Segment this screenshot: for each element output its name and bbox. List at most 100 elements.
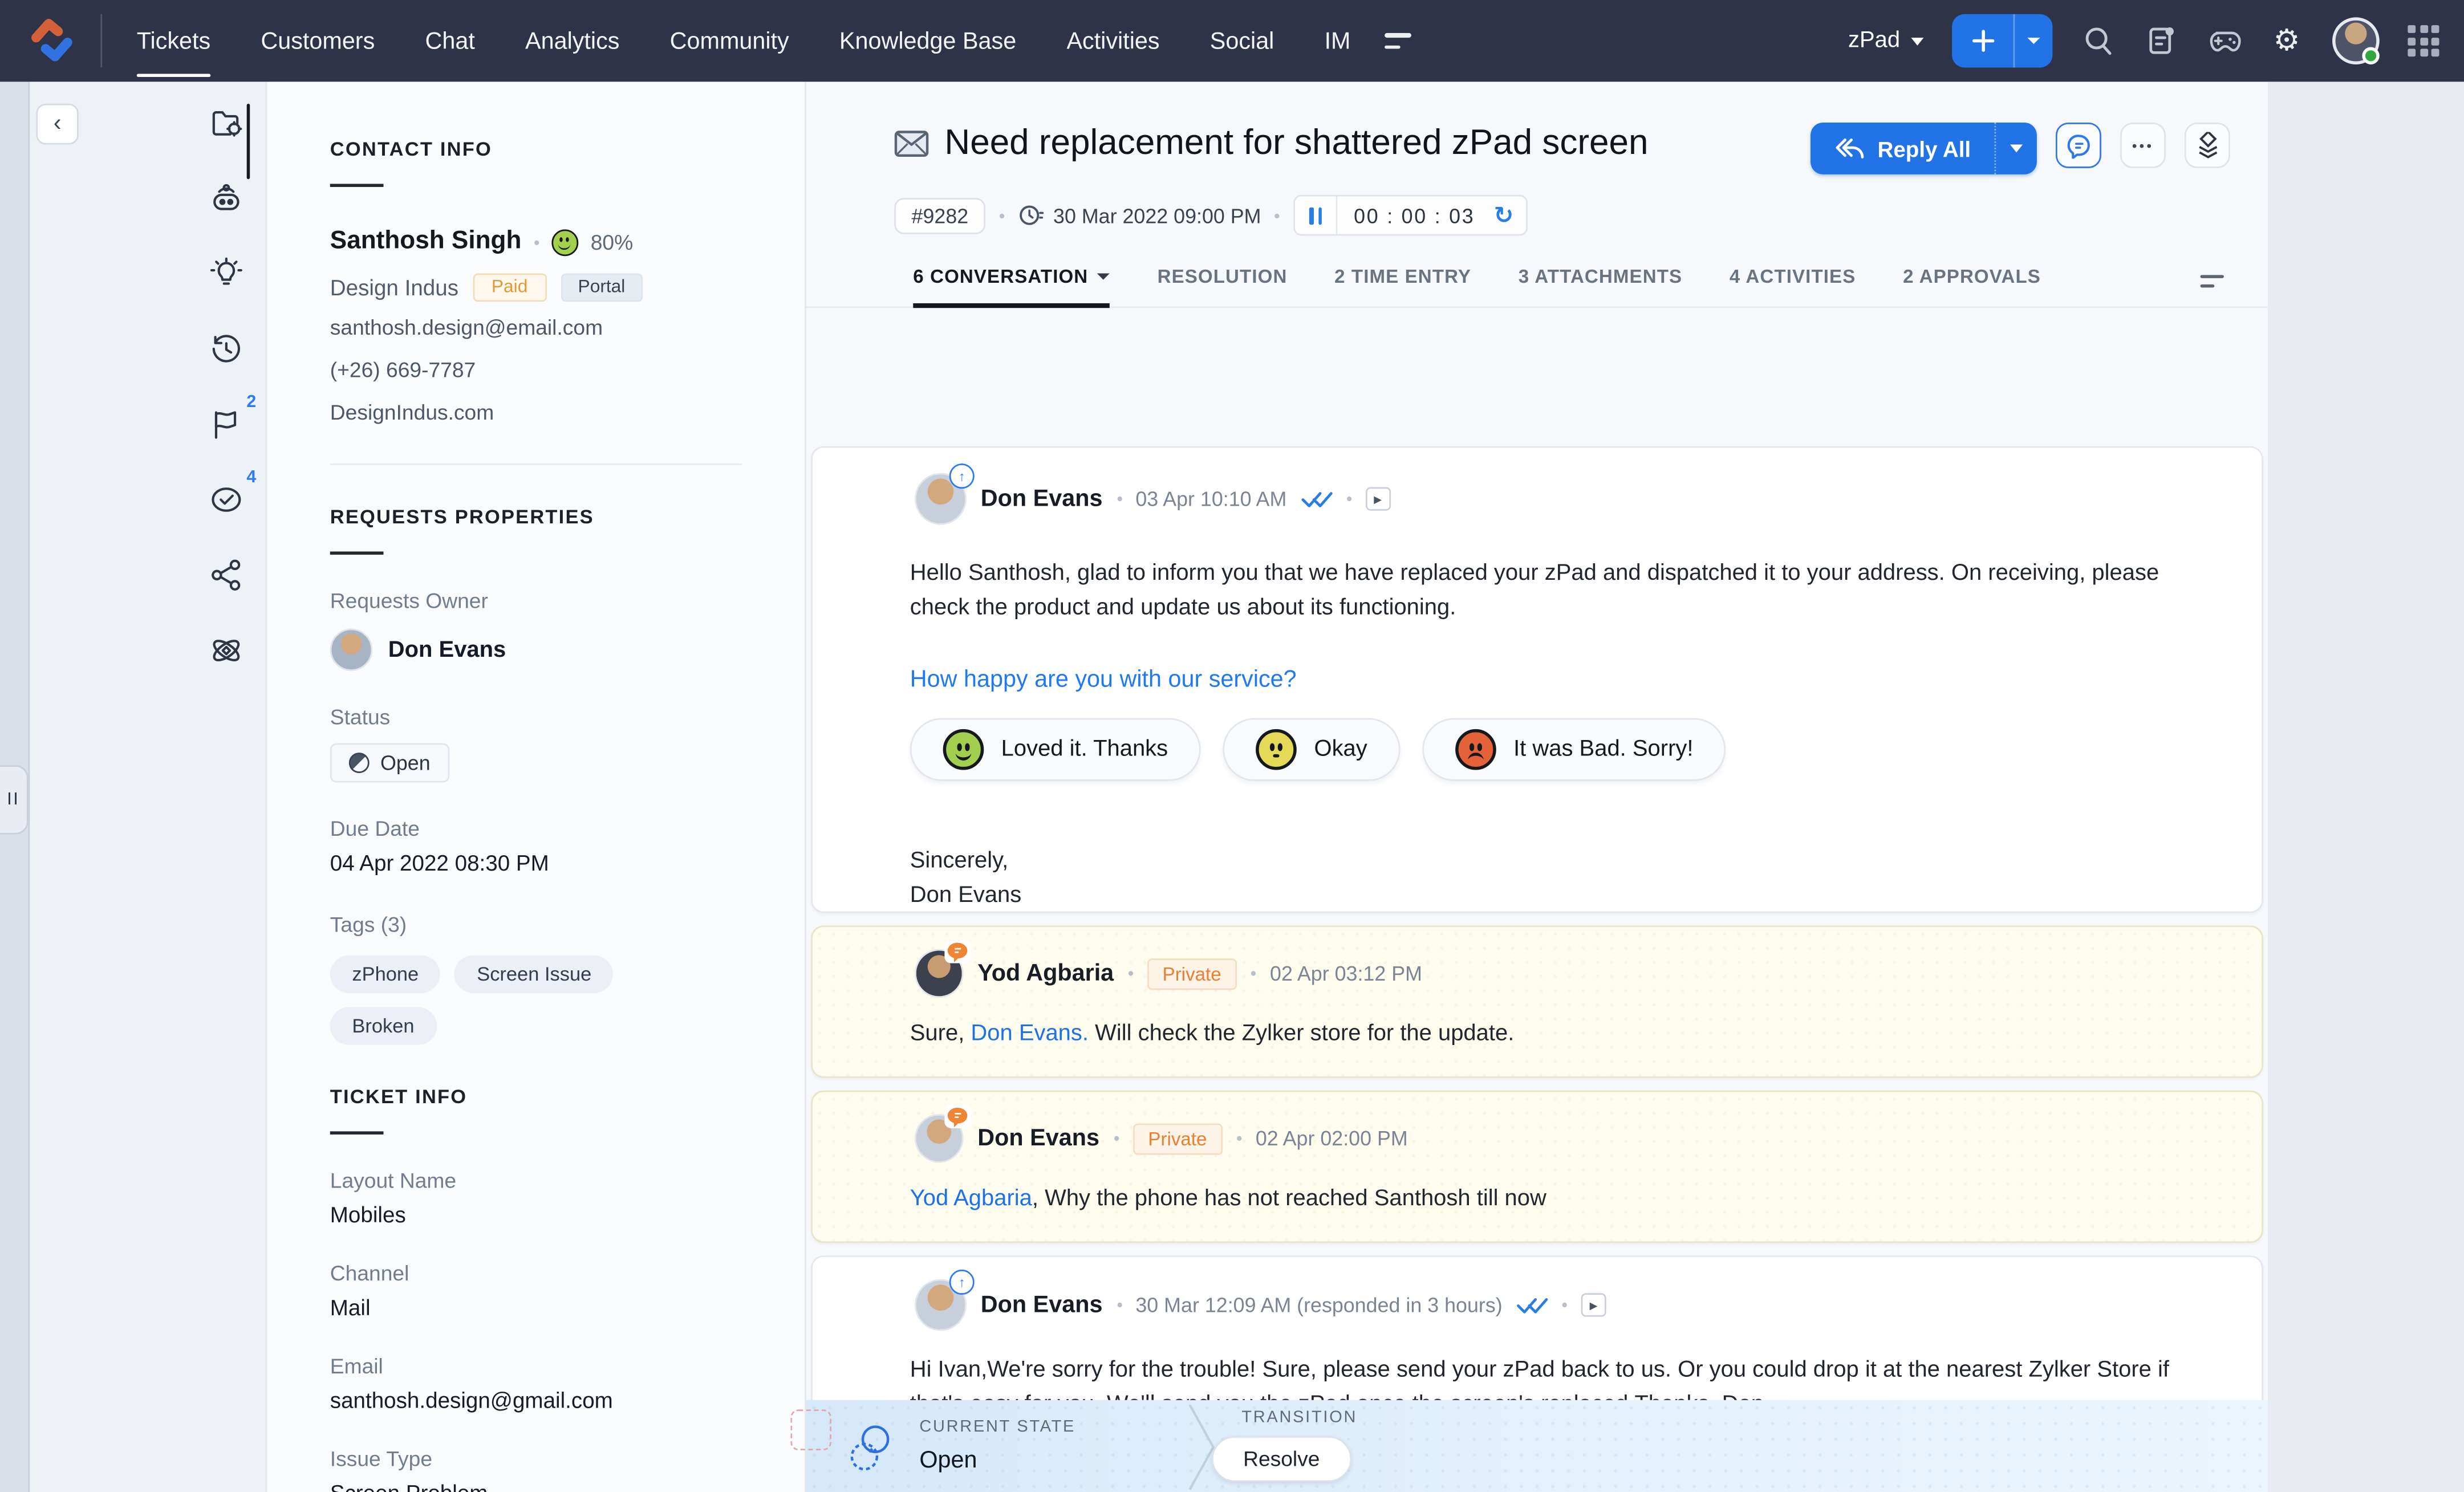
reply-all-button[interactable]: Reply All [1810, 123, 2037, 174]
current-state-block: CURRENT STATE Open [919, 1417, 1075, 1474]
tab-time-entry[interactable]: 2 TIME ENTRY [1334, 266, 1471, 307]
nav-item-chat[interactable]: Chat [400, 0, 500, 82]
timer-pause-button[interactable] [1296, 197, 1338, 234]
gamescope-icon[interactable] [2207, 23, 2242, 58]
add-ticket-button[interactable] [1952, 14, 2052, 68]
feedback-loved-button[interactable]: Loved it. Thanks [910, 718, 1201, 781]
timer-refresh-icon[interactable]: ↻ [1491, 201, 1526, 230]
tab-attachments[interactable]: 3 ATTACHMENTS [1519, 266, 1682, 307]
nav-item-knowledge-base[interactable]: Knowledge Base [814, 0, 1042, 82]
tag-zphone[interactable]: zPhone [330, 956, 441, 993]
contact-name[interactable]: Santhosh Singh [330, 228, 522, 257]
nav-item-analytics[interactable]: Analytics [500, 0, 645, 82]
survey-question-link[interactable]: How happy are you with our service? [813, 625, 2262, 693]
nav-item-customers[interactable]: Customers [236, 0, 400, 82]
expand-message-icon[interactable]: ▶ [1365, 487, 1390, 510]
due-date-value[interactable]: 04 Apr 2022 08:30 PM [330, 850, 805, 875]
email-label: Email [330, 1355, 805, 1378]
status-label: Status [330, 705, 805, 729]
collapsed-panel-strip: II [0, 82, 30, 1492]
message-author[interactable]: Yod Agbaria [977, 960, 1114, 987]
approvals-check-icon[interactable]: 4 [208, 481, 245, 518]
happiness-percent: 80% [591, 230, 634, 254]
comment-bubble-button[interactable] [2056, 123, 2101, 168]
tab-resolution[interactable]: RESOLUTION [1158, 266, 1288, 307]
ticket-header: Need replacement for shattered zPad scre… [806, 82, 2268, 174]
tasks-flag-icon[interactable]: 2 [208, 405, 245, 443]
resolve-button[interactable]: Resolve [1212, 1436, 1351, 1482]
mention-link[interactable]: Don Evans. [971, 1021, 1089, 1046]
share-icon[interactable] [208, 556, 245, 594]
contact-panel: CONTACT INFO Santhosh Singh 80% Design I… [267, 82, 806, 1492]
feedback-bad-label: It was Bad. Sorry! [1513, 737, 1693, 762]
plus-icon[interactable] [1952, 14, 2015, 68]
contact-company[interactable]: Design Indus [330, 275, 458, 300]
collapse-panel-button[interactable]: ‹ [36, 104, 78, 145]
nav-item-activities[interactable]: Activities [1041, 0, 1184, 82]
tag-broken[interactable]: Broken [330, 1007, 436, 1045]
nav-item-social[interactable]: Social [1185, 0, 1300, 82]
integrations-atom-icon[interactable] [208, 632, 245, 669]
message-time: 02 Apr 02:00 PM [1256, 1127, 1408, 1150]
ticket-created-date: 30 Mar 2022 09:00 PM [1018, 204, 1261, 227]
approvals-count-badge: 4 [246, 468, 256, 487]
tab-activities[interactable]: 4 ACTIVITIES [1730, 266, 1856, 307]
bot-icon[interactable] [208, 179, 245, 217]
tabs-overflow-icon[interactable] [2201, 275, 2224, 306]
settings-gear-icon[interactable]: ⚙ [2270, 23, 2304, 58]
chevron-down-icon [1098, 274, 1110, 280]
apps-grid-icon[interactable] [2408, 25, 2439, 56]
tab-conversation[interactable]: 6 CONVERSATION [913, 266, 1110, 307]
user-avatar[interactable] [2332, 17, 2380, 64]
history-icon[interactable] [208, 330, 245, 368]
email-value[interactable]: santhosh.design@gmail.com [330, 1388, 805, 1413]
message-author[interactable]: Don Evans [981, 486, 1103, 513]
owner-name[interactable]: Don Evans [388, 637, 506, 662]
suggestions-bulb-icon[interactable] [208, 254, 245, 292]
transition-block: TRANSITION Resolve [1241, 1408, 1357, 1482]
ticket-id-badge: #9282 [894, 197, 985, 233]
ticket-info-title: TICKET INFO [330, 1086, 805, 1108]
chevron-down-icon [1911, 37, 1923, 45]
zoho-desk-logo-icon[interactable] [25, 14, 79, 68]
feedback-bad-button[interactable]: It was Bad. Sorry! [1422, 718, 1726, 781]
nav-item-im[interactable]: IM [1299, 0, 1375, 82]
section-rule [330, 1131, 384, 1135]
tab-approvals[interactable]: 2 APPROVALS [1903, 266, 2041, 307]
neutral-smiley-icon [1256, 729, 1297, 770]
mention-link[interactable]: Yod Agbaria [910, 1186, 1032, 1212]
left-icon-column: ‹ 2 [30, 82, 267, 1492]
nav-item-tickets[interactable]: Tickets [112, 0, 236, 82]
feeds-icon[interactable] [2144, 23, 2178, 58]
status-value: Open [380, 751, 431, 774]
issue-type-value[interactable]: Screen Problem [330, 1480, 805, 1492]
channel-value[interactable]: Mail [330, 1295, 805, 1320]
right-gutter [2268, 82, 2464, 1492]
message-author[interactable]: Don Evans [977, 1125, 1099, 1152]
contact-email[interactable]: santhosh.design@email.com [330, 312, 805, 344]
more-actions-button[interactable]: ••• [2120, 123, 2166, 168]
search-icon[interactable] [2081, 23, 2116, 58]
status-badge[interactable]: Open [330, 743, 449, 783]
department-selector[interactable]: zPad [1848, 29, 1923, 54]
tag-screen-issue[interactable]: Screen Issue [455, 956, 614, 993]
expand-message-icon[interactable]: ▶ [1581, 1293, 1606, 1316]
reply-dropdown-arrow[interactable] [1996, 123, 2037, 174]
private-note-card: Yod Agbaria Private 02 Apr 03:12 PM Sure… [811, 925, 2263, 1078]
add-dropdown-arrow[interactable] [2015, 14, 2052, 68]
ticket-title: Need replacement for shattered zPad scre… [894, 116, 1774, 174]
layout-name-value[interactable]: Mobiles [330, 1202, 805, 1227]
panel-drag-handle[interactable]: II [0, 765, 29, 834]
nav-overflow-icon[interactable] [1385, 33, 1412, 49]
private-note-card: Don Evans Private 02 Apr 02:00 PM Yod Ag… [811, 1091, 2263, 1243]
message-card: ↑ Don Evans 03 Apr 10:10 AM ▶ Hello Sant… [811, 446, 2263, 913]
contact-website[interactable]: DesignIndus.com [330, 397, 805, 429]
avatar-yod-agbaria [915, 949, 963, 998]
layers-button[interactable] [2185, 123, 2230, 168]
avatar-don-evans [915, 1114, 963, 1162]
contact-phone[interactable]: (+26) 669-7787 [330, 355, 805, 387]
message-author[interactable]: Don Evans [981, 1292, 1103, 1319]
nav-item-community[interactable]: Community [645, 0, 814, 82]
feedback-okay-button[interactable]: Okay [1223, 718, 1401, 781]
ticket-properties-icon[interactable] [208, 104, 245, 141]
